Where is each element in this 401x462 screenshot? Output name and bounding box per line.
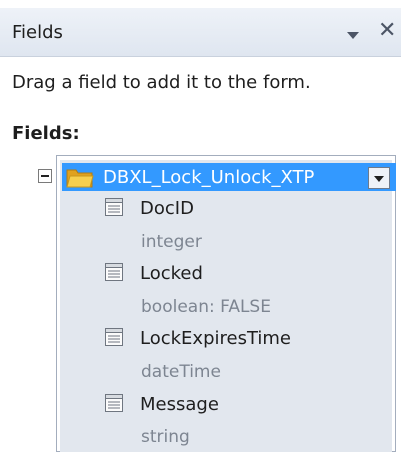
pane-title: Fields [12,22,63,43]
chevron-down-icon[interactable] [344,26,362,44]
field-name[interactable]: Message [140,394,219,415]
field-name[interactable]: Locked [140,263,203,284]
root-dropdown-button[interactable] [368,167,390,189]
field-type: integer [141,232,202,252]
field-type: boolean: FALSE [141,297,271,317]
tree-root-label[interactable]: DBXL_Lock_Unlock_XTP [103,167,314,188]
pane-header: Fields ✕ [0,8,401,57]
field-type: dateTime [141,362,221,382]
field-icon [105,198,123,216]
fields-pane: Fields ✕ Drag a field to add it to the f… [0,0,401,462]
field-name[interactable]: DocID [140,198,194,219]
collapse-toggle[interactable] [38,169,52,183]
close-icon[interactable]: ✕ [378,20,396,42]
folder-icon [66,169,94,188]
field-icon [105,394,123,412]
field-type: string [141,427,190,447]
field-name[interactable]: LockExpiresTime [140,328,291,349]
fields-section-label: Fields: [12,123,80,144]
field-icon [105,263,123,281]
instruction-text: Drag a field to add it to the form. [12,72,311,93]
field-icon [105,328,123,346]
